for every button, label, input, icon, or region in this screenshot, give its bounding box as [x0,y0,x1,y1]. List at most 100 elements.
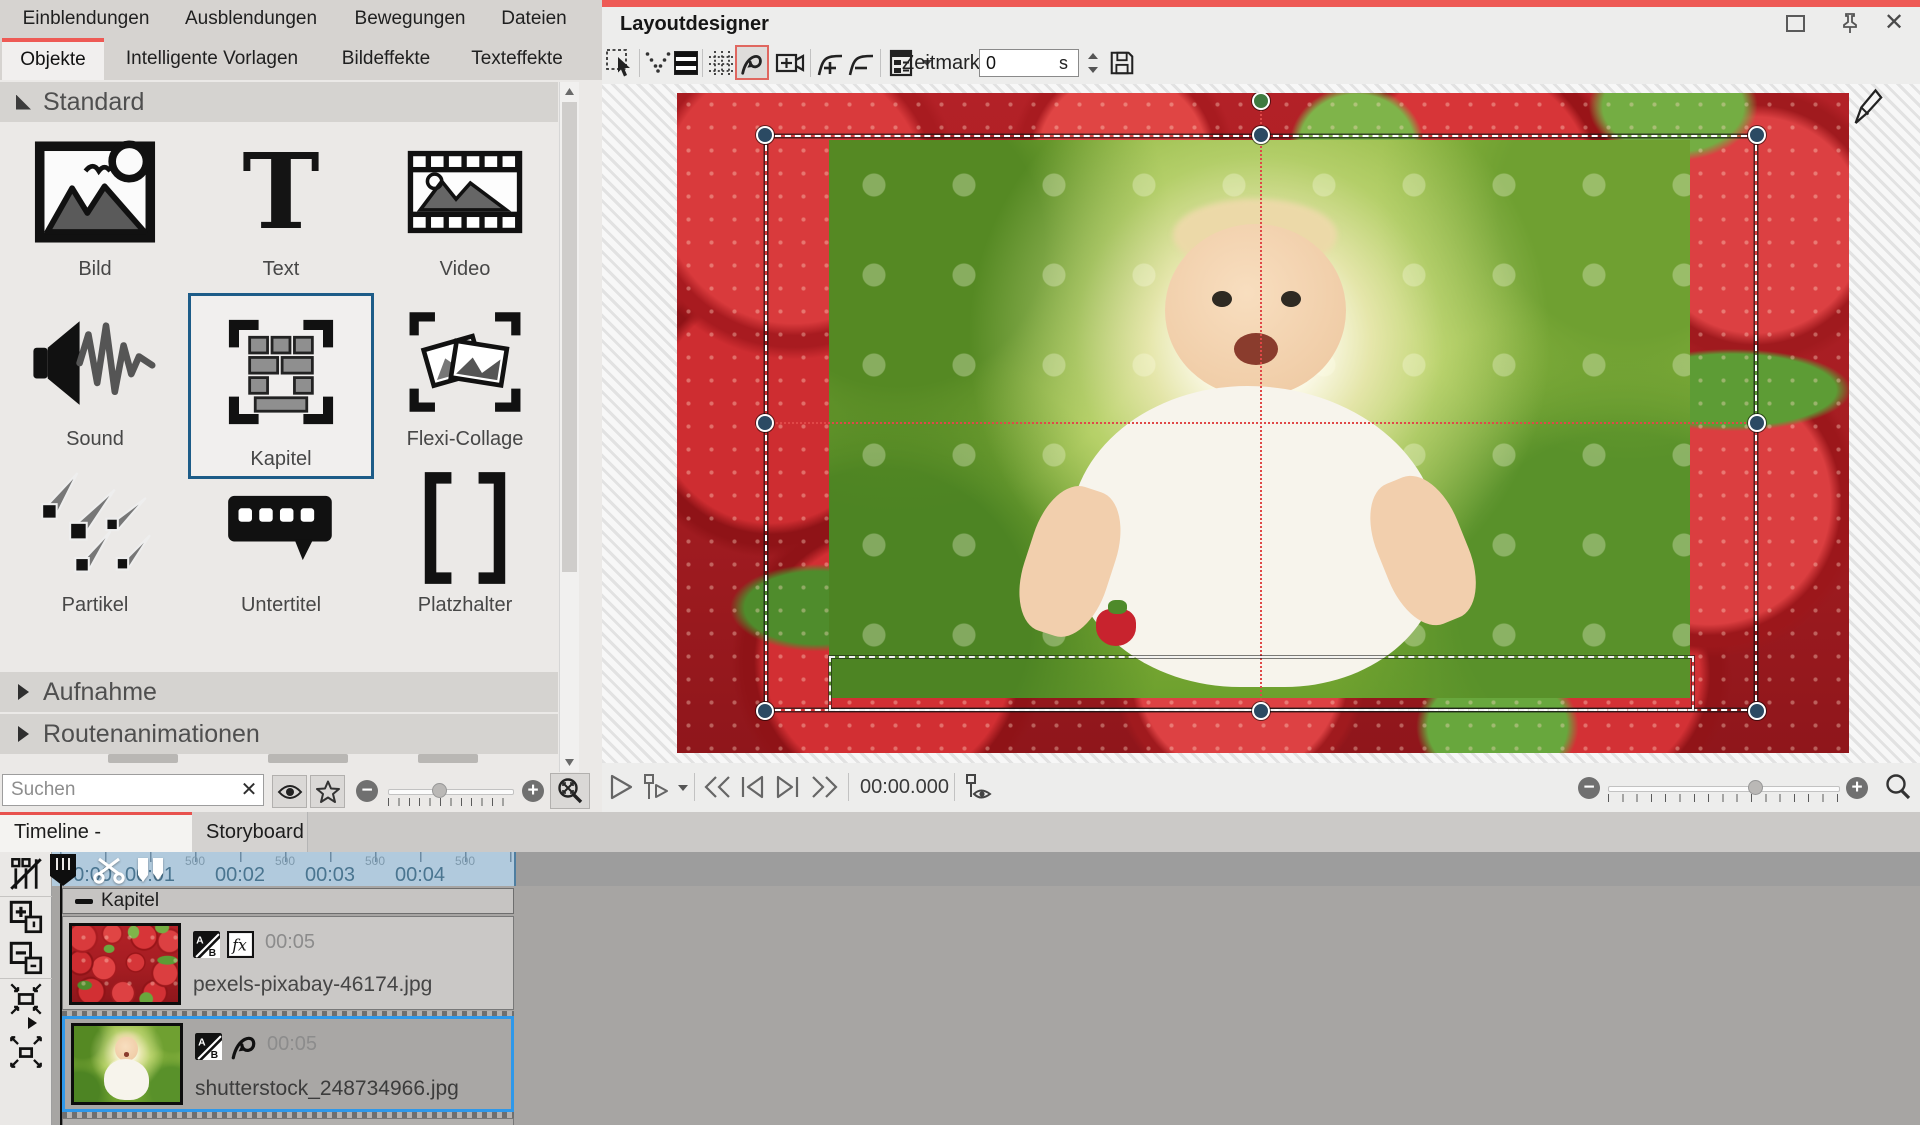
tab-timeline-spuransicht[interactable]: Timeline - Spuransicht [0,812,192,852]
transition-ab-icon[interactable]: A B [193,931,220,958]
pin-button[interactable] [1840,12,1860,34]
go-to-start-button[interactable] [738,775,766,799]
fast-forward-button[interactable] [810,775,840,799]
expand-submenu-icon[interactable] [28,1017,37,1029]
slide-canvas[interactable] [677,93,1849,753]
tile-size-slider-thumb[interactable] [432,783,447,798]
tab-storyboard[interactable]: Storyboard [192,812,308,852]
tile-platzhalter[interactable]: Platzhalter [372,462,558,622]
rewind-button[interactable] [702,775,732,799]
effects-fx-icon[interactable]: fx [227,931,254,958]
go-to-end-button[interactable] [774,775,802,799]
tab-einblendungen[interactable]: Einblendungen [15,0,158,38]
section-header-aufnahme[interactable]: Aufnahme [0,672,558,712]
scroll-up-icon[interactable] [565,88,574,95]
tab-bewegungen[interactable]: Bewegungen [347,0,474,38]
placeholder-brackets-icon [372,462,558,594]
zeitmarke-spinner[interactable] [1086,49,1100,77]
transition-ab-icon[interactable]: A B [195,1033,222,1060]
resize-handle-bottom-right[interactable] [1748,702,1766,720]
tile-kapitel-selected[interactable]: Kapitel [188,293,374,479]
grid-button[interactable] [708,50,734,76]
motion-path-button-active[interactable] [735,45,769,80]
timeline-ruler-empty[interactable] [514,852,1920,886]
tab-objekte[interactable]: Objekte [2,38,104,80]
rotation-handle[interactable] [1252,93,1270,110]
layers-button[interactable] [672,48,700,78]
timeline-zoom-out-button[interactable]: − [1578,777,1600,799]
maximize-button[interactable] [1786,15,1805,32]
remove-curve-button[interactable] [847,48,875,78]
tile-partikel[interactable]: Partikel [2,462,188,622]
particles-icon [2,462,188,594]
curve-points-button[interactable] [645,51,671,75]
tile-video[interactable]: Video [372,126,558,286]
section-header-standard[interactable]: Standard [0,82,558,122]
preview-eye-button[interactable] [272,775,307,808]
track-options-button[interactable] [9,857,43,891]
scroll-down-icon[interactable] [565,759,574,766]
spin-down-icon[interactable] [1088,67,1098,73]
playhead-marker[interactable] [48,846,78,888]
play-button[interactable] [608,774,634,800]
clip-filename: pexels-pixabay-46174.jpg [193,973,432,997]
tile-text[interactable]: T Text [188,126,374,286]
tile-bild[interactable]: Bild [2,126,188,286]
close-button[interactable]: ✕ [1884,8,1904,37]
objects-scrollbar[interactable] [559,82,579,772]
zoom-in-tiles-button[interactable]: + [522,780,544,802]
add-curve-button[interactable] [816,48,844,78]
selection-rectangle[interactable] [765,135,1757,711]
tab-dateien[interactable]: Dateien [493,0,575,38]
timeline-ruler[interactable]: 500 500 500 500 00:00 00:01 00:02 00:03 … [52,852,514,886]
timeline-clip-strawberries[interactable]: A B fx 00:05 pexels-pixabay-46174.jpg [62,916,514,1010]
tile-sound[interactable]: Sound [2,296,188,456]
transport-separator [954,773,955,801]
clear-search-icon[interactable]: ✕ [238,777,260,803]
insert-track-button[interactable] [9,900,43,934]
timeline-clip-partial[interactable] [62,1118,514,1125]
resize-handle-top-right[interactable] [1748,126,1766,144]
timeline-clip-baby-selected[interactable]: A B 00:05 shutterstock_248734966.jpg [62,1016,514,1112]
play-options-dropdown-icon[interactable] [678,785,688,791]
remove-track-button[interactable] [9,941,43,975]
save-layout-button[interactable] [1108,48,1136,78]
zoom-out-tiles-button[interactable]: − [356,780,378,802]
tab-bildeffekte[interactable]: Bildeffekte [334,38,438,80]
tile-label: Text [263,258,300,286]
preview-at-timemark-button[interactable] [964,773,994,803]
tile-flexi-collage[interactable]: Flexi-Collage [372,296,558,456]
tab-ausblendungen[interactable]: Ausblendungen [177,0,325,38]
preview-zoom-slider-thumb[interactable] [1748,780,1763,795]
preview-zoom-slider[interactable] [1608,786,1840,792]
tile-untertitel[interactable]: Untertitel [188,462,374,622]
tab-texteffekte[interactable]: Texteffekte [463,38,571,80]
scrollbar-thumb[interactable] [562,102,577,572]
resize-handle-mid-right[interactable] [1748,414,1766,432]
resize-handle-mid-left[interactable] [756,414,774,432]
select-tool-button[interactable] [605,48,635,78]
favorites-star-button[interactable] [310,775,345,808]
resize-handle-bottom-left[interactable] [756,702,774,720]
chapter-group-header[interactable]: Kapitel [62,888,514,914]
collapse-tracks-button[interactable] [9,982,43,1016]
play-from-timemark-button[interactable] [642,773,670,801]
resize-handle-top-left[interactable] [756,126,774,144]
spin-up-icon[interactable] [1088,53,1098,59]
expand-tracks-button[interactable] [9,1035,43,1069]
resize-handle-bottom-center[interactable] [1252,702,1270,720]
search-input[interactable] [2,774,264,806]
subtitle-bubble-icon [188,462,374,594]
resize-handle-top-center[interactable] [1252,126,1270,144]
clipped-content [268,754,348,763]
tab-intelligente-vorlagen[interactable]: Intelligente Vorlagen [118,38,306,80]
magnifier-icon[interactable] [1884,773,1912,801]
collapse-group-icon[interactable] [75,899,93,904]
section-header-routenanimationen[interactable]: Routenanimationen [0,714,558,754]
tile-size-slider[interactable] [388,789,514,795]
motion-path-icon[interactable] [229,1031,259,1061]
playhead-line[interactable] [60,884,62,1125]
camera-pan-button[interactable] [775,50,805,76]
timeline-zoom-in-button[interactable]: + [1846,777,1868,799]
zoom-fit-button[interactable] [550,773,590,809]
